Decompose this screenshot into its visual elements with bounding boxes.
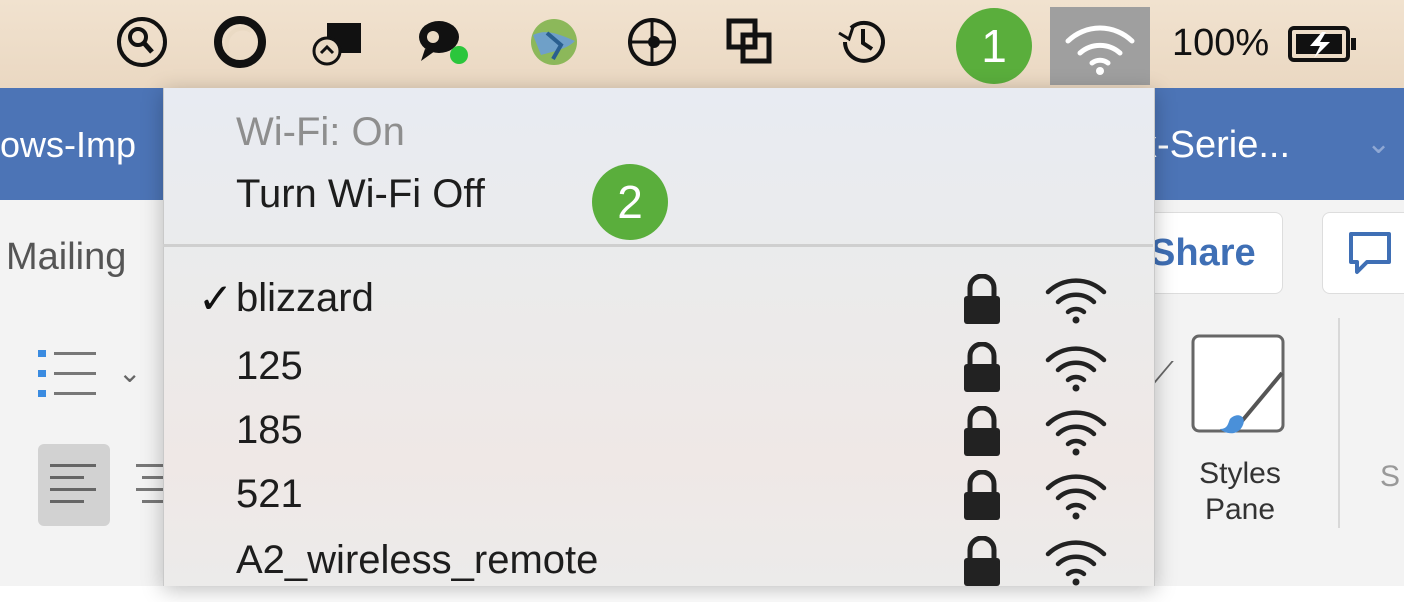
styles-pane-label-line1: Styles: [1199, 457, 1281, 490]
wifi-status-label: Wi-Fi: On: [236, 110, 405, 154]
styles-pane-label-line2: Pane: [1204, 493, 1276, 526]
wifi-signal-icon: [1044, 536, 1108, 593]
step-1-badge: 1: [956, 8, 1032, 84]
wifi-icon: [1065, 25, 1135, 75]
styles-pane-label[interactable]: Styles Pane: [1170, 456, 1310, 528]
network-row[interactable]: [163, 346, 1153, 408]
chat-bubble-icon[interactable]: [414, 14, 470, 70]
network-name: 521: [236, 472, 303, 516]
network-globe-icon[interactable]: [526, 14, 582, 70]
align-left-button[interactable]: [38, 444, 110, 526]
network-name: 185: [236, 408, 303, 452]
wifi-menu-button[interactable]: [1050, 7, 1150, 85]
chevron-down-icon[interactable]: ⌄: [1366, 126, 1391, 161]
wifi-signal-icon: [1044, 470, 1108, 527]
document-title-left: ows-Imp: [0, 124, 137, 165]
network-row[interactable]: [163, 410, 1153, 472]
lock-icon: [962, 405, 1002, 463]
wifi-signal-icon: [1044, 406, 1108, 463]
network-name: blizzard: [236, 276, 374, 320]
turn-wifi-off-menu-item[interactable]: Turn Wi-Fi Off: [236, 172, 485, 217]
tab-mailings[interactable]: Mailing: [6, 236, 126, 279]
lock-icon: [962, 273, 1002, 331]
search-icon[interactable]: [114, 14, 170, 70]
document-title-right: x-Serie...: [1138, 124, 1291, 166]
lock-icon: [962, 535, 1002, 593]
share-button-label: Share: [1150, 232, 1256, 274]
styles-pane-icon[interactable]: [1190, 333, 1290, 448]
lock-icon: [962, 341, 1002, 399]
lock-icon: [962, 469, 1002, 527]
list-options-chevron-icon[interactable]: ⌄: [118, 356, 141, 389]
target-icon[interactable]: [624, 14, 680, 70]
camera-app-icon[interactable]: [310, 14, 366, 70]
checkmark-icon: ✓: [198, 275, 234, 322]
circle-app-icon[interactable]: [212, 14, 268, 70]
battery-charging-icon[interactable]: [1288, 24, 1360, 69]
align-center-icon[interactable]: [134, 444, 164, 531]
time-machine-icon[interactable]: [834, 14, 890, 70]
comment-icon: [1345, 230, 1395, 281]
network-name: A2_wireless_remote: [236, 538, 599, 582]
network-name: 125: [236, 344, 303, 388]
wifi-signal-icon: [1044, 274, 1108, 331]
bulleted-list-icon[interactable]: [38, 346, 100, 407]
wifi-signal-icon: [1044, 342, 1108, 399]
step-2-badge: 2: [592, 164, 668, 240]
menu-separator: [163, 244, 1153, 247]
window-copy-icon[interactable]: [722, 14, 778, 70]
ribbon-cutoff-label: S: [1380, 460, 1401, 493]
ribbon-divider: [1338, 318, 1340, 528]
battery-percentage[interactable]: 100%: [1172, 22, 1269, 65]
network-row[interactable]: [163, 474, 1153, 536]
